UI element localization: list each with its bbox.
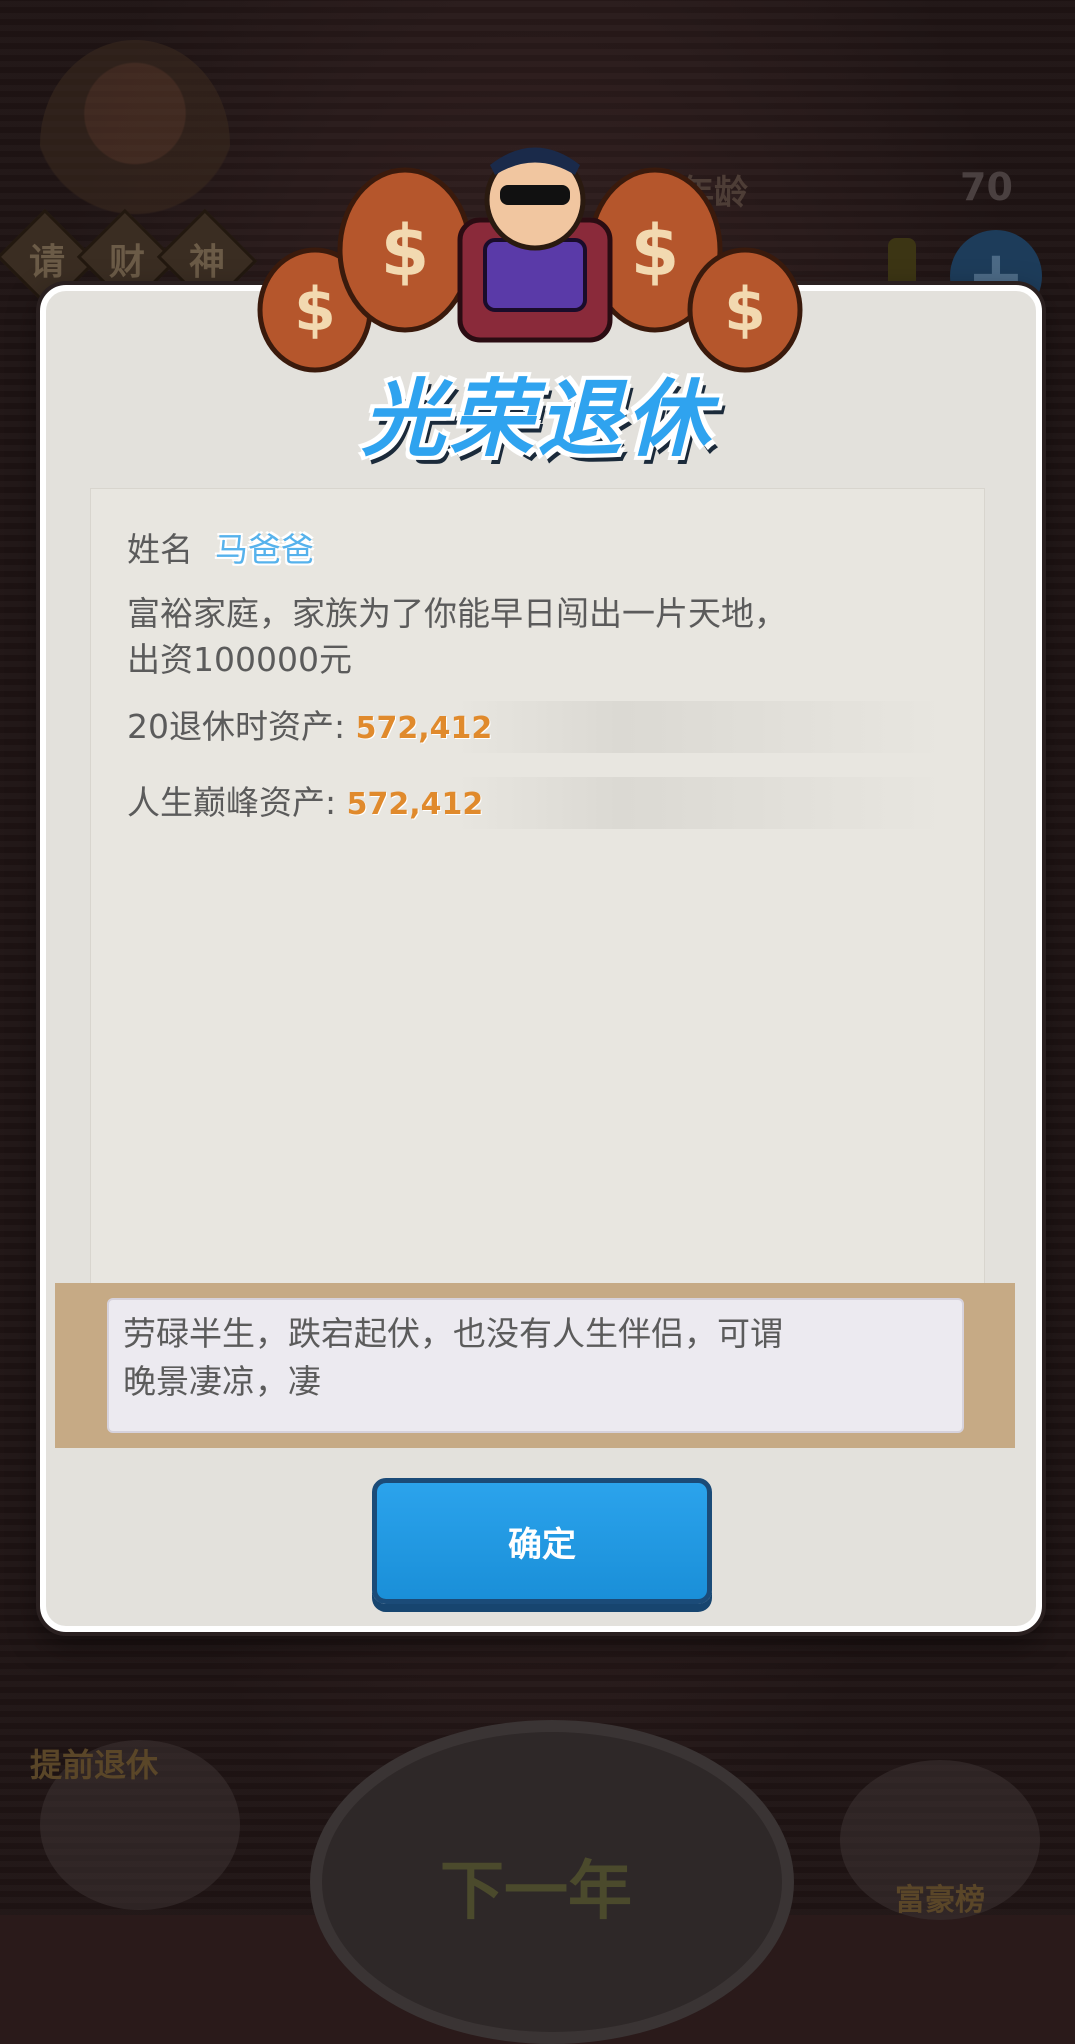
peak-assets-row: 人生巅峰资产: 572,412 bbox=[127, 777, 947, 829]
confirm-button[interactable]: 确定 bbox=[372, 1478, 712, 1604]
rich-list-label: 富豪榜 bbox=[895, 1883, 985, 1918]
comment-line-1: 劳碌半生，跌宕起伏，也没有人生伴侣，可谓 bbox=[123, 1314, 783, 1353]
early-retire-label: 提前退休 bbox=[30, 1746, 159, 1784]
age-value: 70 bbox=[960, 165, 1013, 209]
retire-assets-label: 20退休时资产: bbox=[127, 707, 346, 746]
peak-assets-value: 572,412 bbox=[346, 787, 484, 822]
retirement-title: 光荣退休 bbox=[361, 370, 714, 468]
svg-text:$: $ bbox=[381, 210, 430, 292]
money-bags-character-art: $ $ $ $ bbox=[257, 147, 803, 373]
name-row: 姓名 马爸爸 bbox=[127, 523, 314, 571]
svg-text:$: $ bbox=[631, 210, 680, 292]
description-line-2: 出资100000元 bbox=[127, 640, 352, 679]
retire-assets-value: 572,412 bbox=[355, 711, 493, 746]
retirement-summary-panel: 姓名 马爸爸 富裕家庭，家族为了你能早日闯出一片天地， 出资100000元 20退… bbox=[90, 488, 985, 1290]
peak-assets-label: 人生巅峰资产: bbox=[127, 783, 337, 822]
retire-assets-row: 20退休时资产: 572,412 bbox=[127, 701, 947, 753]
svg-text:$: $ bbox=[294, 275, 336, 345]
comment-line-2: 晚景凄凉，凄 bbox=[123, 1362, 321, 1401]
family-description: 富裕家庭，家族为了你能早日闯出一片天地， 出资100000元 bbox=[127, 591, 947, 683]
svg-text:$: $ bbox=[724, 275, 766, 345]
wealth-god-label[interactable]: 请 财 神 bbox=[0, 208, 258, 310]
description-line-1: 富裕家庭，家族为了你能早日闯出一片天地， bbox=[127, 594, 787, 633]
life-comment-box: 劳碌半生，跌宕起伏，也没有人生伴侣，可谓 晚景凄凉，凄 bbox=[107, 1298, 964, 1433]
rich-man-character-icon bbox=[457, 147, 613, 343]
money-bag-icon: $ bbox=[337, 167, 473, 333]
name-label: 姓名 bbox=[127, 530, 193, 569]
name-value: 马爸爸 bbox=[215, 530, 314, 569]
next-year-label: 下一年 bbox=[440, 1855, 632, 1929]
